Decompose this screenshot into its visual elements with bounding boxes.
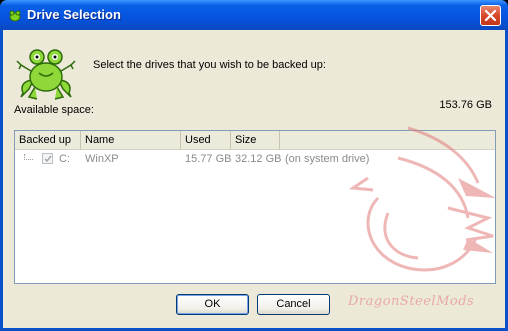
close-icon xyxy=(484,9,497,22)
available-space-value: 153.76 GB xyxy=(439,99,492,111)
drive-size: 32.12 GB xyxy=(235,153,282,165)
drive-used: 15.77 GB xyxy=(185,153,232,165)
frog-icon xyxy=(7,8,23,24)
drive-selection-window: Drive Selection Select the drives that y… xyxy=(0,0,508,331)
column-header-used[interactable]: Used xyxy=(181,131,231,149)
column-header-size[interactable]: Size xyxy=(231,131,280,149)
column-header-backed-up[interactable]: Backed up xyxy=(15,131,81,149)
watermark-text: DragonSteelMods xyxy=(348,294,475,309)
title-bar[interactable]: Drive Selection xyxy=(0,0,508,30)
available-space-label: Available space: xyxy=(14,104,94,116)
checkmark-icon xyxy=(44,155,52,163)
tree-connector xyxy=(24,154,33,160)
drive-letter: C: xyxy=(59,153,70,165)
ok-button[interactable]: OK xyxy=(176,294,249,315)
window-title: Drive Selection xyxy=(27,7,121,22)
backed-up-checkbox[interactable] xyxy=(42,153,53,164)
dialog-body: Select the drives that you wish to be ba… xyxy=(3,30,505,328)
dragon-watermark-icon xyxy=(348,126,496,272)
frog-logo-icon xyxy=(16,49,76,100)
drive-name: WinXP xyxy=(85,153,119,165)
instruction-text: Select the drives that you wish to be ba… xyxy=(93,59,326,71)
cancel-button[interactable]: Cancel xyxy=(257,294,330,315)
close-button[interactable] xyxy=(480,5,501,26)
column-header-name[interactable]: Name xyxy=(81,131,181,149)
